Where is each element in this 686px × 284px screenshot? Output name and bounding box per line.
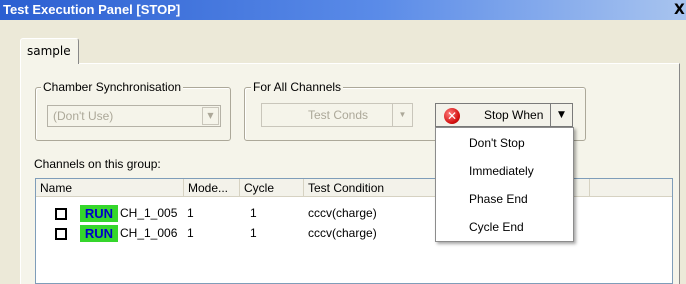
chamber-sync-legend: Chamber Synchronisation xyxy=(41,80,184,94)
column-header-name[interactable]: Name xyxy=(36,179,184,197)
title-bar[interactable]: Test Execution Panel [STOP] X xyxy=(0,0,686,20)
channel-condition: cccv(charge) xyxy=(308,226,377,240)
stop-when-label: Stop When xyxy=(484,108,544,122)
all-channels-legend: For All Channels xyxy=(251,80,344,94)
checkbox-icon[interactable] xyxy=(55,208,67,220)
channel-cycle: 1 xyxy=(250,206,257,220)
channel-condition: cccv(charge) xyxy=(308,206,377,220)
window-title: Test Execution Panel [STOP] xyxy=(3,2,181,17)
channel-name: CH_1_006 xyxy=(120,226,178,240)
channel-mode: 1 xyxy=(187,226,194,240)
tab-label: sample xyxy=(27,44,71,58)
channels-list[interactable]: Name Mode... Cycle Test Condition RUN CH… xyxy=(35,178,673,284)
status-badge: RUN xyxy=(80,205,118,222)
chevron-down-icon[interactable]: ▼ xyxy=(392,104,412,126)
menu-item-dont-stop[interactable]: Don't Stop xyxy=(469,132,525,154)
column-header-cycle[interactable]: Cycle xyxy=(240,179,304,197)
column-header-mode[interactable]: Mode... xyxy=(184,179,240,197)
stop-icon: ✕ xyxy=(444,108,460,124)
channel-name: CH_1_005 xyxy=(120,206,178,220)
chamber-sync-group: Chamber Synchronisation (Don't Use) ▼ xyxy=(35,80,231,141)
test-conds-label: Test Conds xyxy=(308,108,369,122)
status-badge: RUN xyxy=(80,225,118,242)
channel-mode: 1 xyxy=(187,206,194,220)
menu-item-immediately[interactable]: Immediately xyxy=(469,160,534,182)
list-header: Name Mode... Cycle Test Condition xyxy=(36,179,672,197)
stop-when-button[interactable]: ✕ Stop When ▼ xyxy=(435,103,573,127)
chamber-sync-select[interactable]: (Don't Use) ▼ xyxy=(47,105,221,127)
chevron-down-icon[interactable]: ▼ xyxy=(202,107,219,125)
channel-cycle: 1 xyxy=(250,226,257,240)
chevron-down-icon[interactable]: ▼ xyxy=(550,104,572,126)
menu-item-cycle-end[interactable]: Cycle End xyxy=(469,216,524,238)
test-conds-button[interactable]: Test Conds ▼ xyxy=(261,103,413,127)
stop-when-menu: Don't Stop Immediately Phase End Cycle E… xyxy=(435,127,574,242)
close-button[interactable]: X xyxy=(674,1,686,19)
checkbox-icon[interactable] xyxy=(55,228,67,240)
chamber-sync-value: (Don't Use) xyxy=(53,109,114,123)
tab-sample[interactable]: sample xyxy=(20,38,79,64)
channels-label: Channels on this group: xyxy=(34,157,161,171)
menu-item-phase-end[interactable]: Phase End xyxy=(469,188,528,210)
